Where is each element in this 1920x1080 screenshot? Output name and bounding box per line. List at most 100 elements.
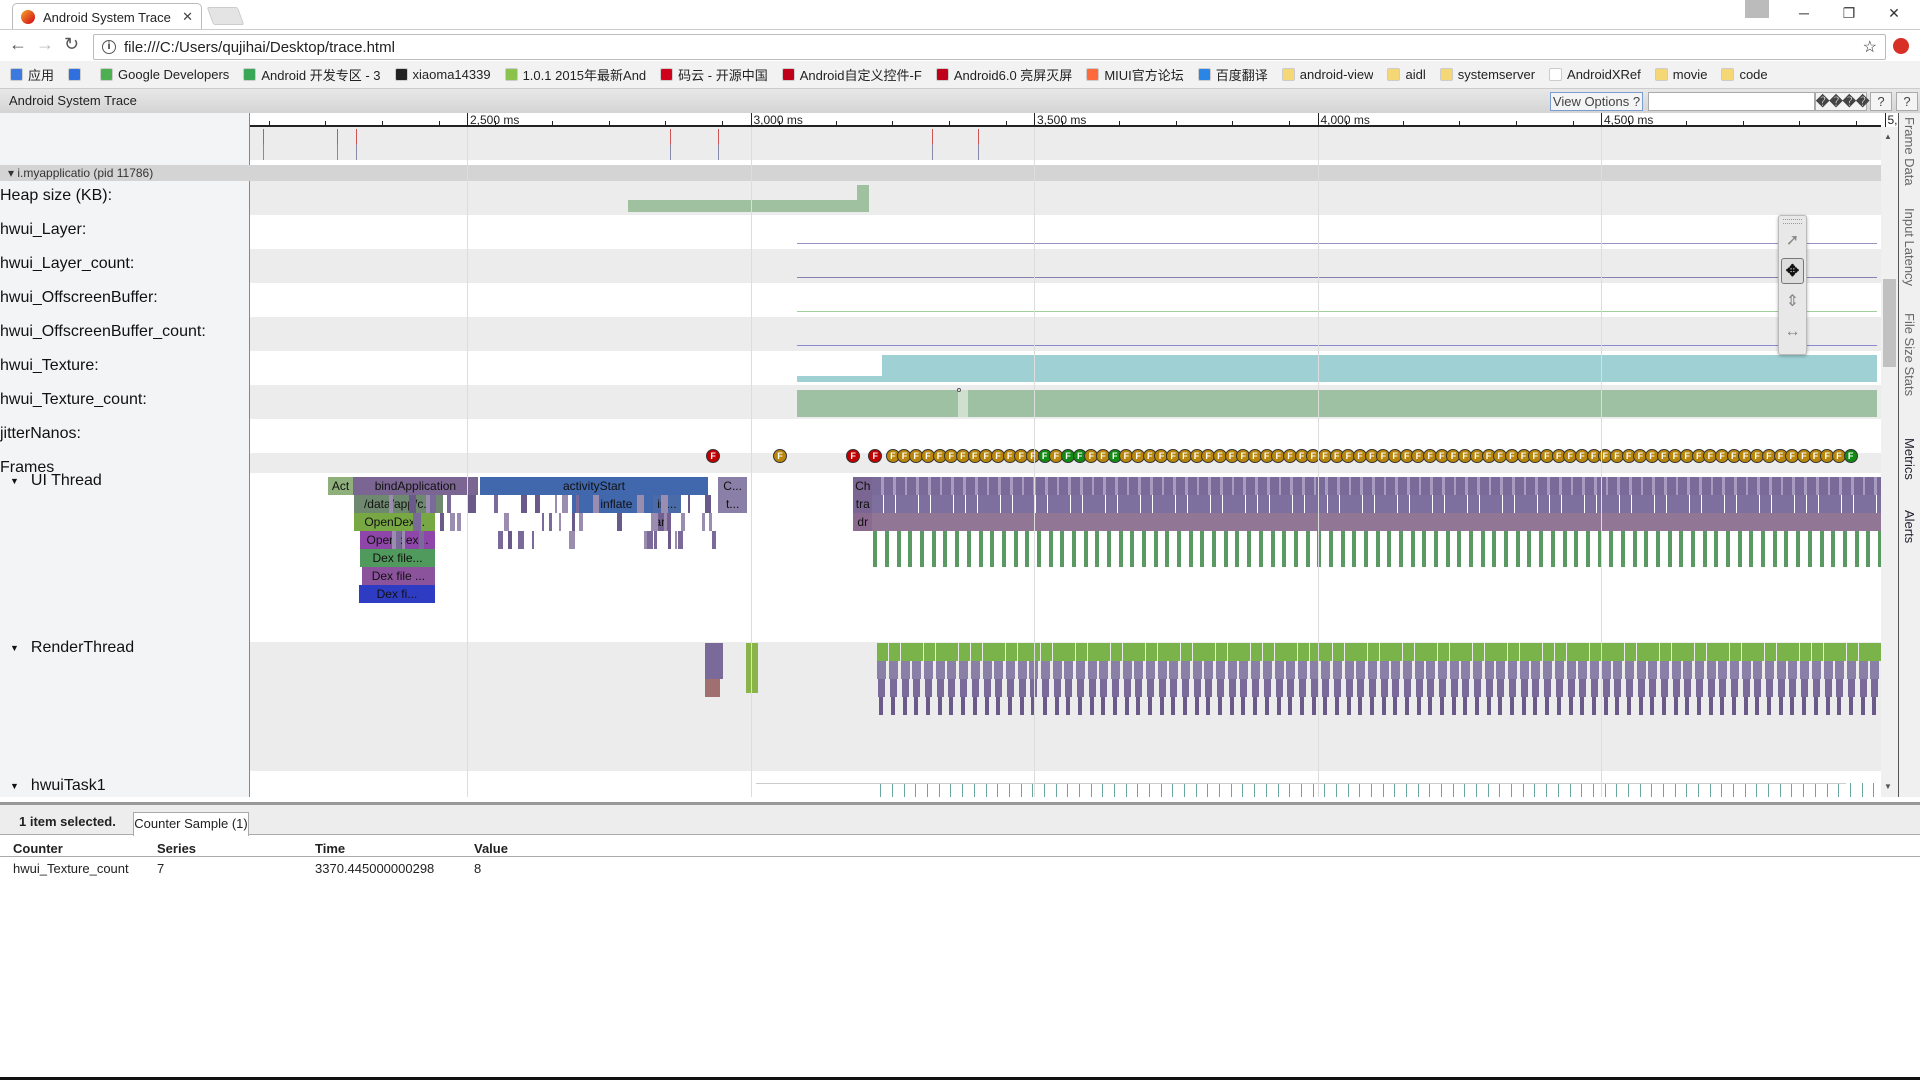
- trace-slice[interactable]: [1013, 531, 1018, 567]
- render-slice[interactable]: [1356, 643, 1368, 661]
- trace-slice[interactable]: [1035, 513, 1048, 531]
- close-tab-icon[interactable]: ✕: [182, 9, 193, 25]
- hwui-task-slice[interactable]: [1382, 783, 1384, 797]
- hwui-task-slice[interactable]: [1662, 783, 1664, 797]
- render-slice[interactable]: [1392, 679, 1400, 697]
- trace-slice[interactable]: [575, 495, 579, 513]
- render-slice[interactable]: [1288, 697, 1293, 715]
- trace-slice[interactable]: [1491, 513, 1504, 531]
- trace-slice[interactable]: [1327, 495, 1339, 513]
- trace-slice[interactable]: [989, 495, 1001, 513]
- render-slice[interactable]: [1753, 661, 1763, 679]
- trace-slice[interactable]: [1760, 477, 1770, 495]
- trace-slice[interactable]: [1806, 477, 1816, 495]
- trace-slice[interactable]: [1608, 513, 1621, 531]
- render-slice[interactable]: [1064, 661, 1074, 679]
- render-slice[interactable]: [1871, 679, 1879, 697]
- trace-slice[interactable]: [1177, 531, 1182, 567]
- trace-slice[interactable]: [977, 495, 989, 513]
- trace-slice[interactable]: [664, 513, 668, 531]
- trace-slice[interactable]: [1479, 513, 1492, 531]
- trace-slice[interactable]: [650, 513, 658, 531]
- hwui-task-slice[interactable]: [1476, 783, 1478, 797]
- trace-slice[interactable]: [711, 531, 717, 549]
- trace-slice[interactable]: [1783, 495, 1795, 513]
- trace-slice[interactable]: [1830, 495, 1842, 513]
- bookmark-item[interactable]: AndroidXRef: [1549, 67, 1641, 82]
- bookmark-item[interactable]: xiaoma14339: [394, 67, 491, 82]
- trace-slice[interactable]: [1830, 513, 1843, 531]
- render-slice[interactable]: [1789, 679, 1797, 697]
- trace-slice[interactable]: [1083, 531, 1088, 567]
- render-slice[interactable]: [1111, 661, 1120, 679]
- trace-slice[interactable]: [1631, 477, 1641, 495]
- bookmark-item[interactable]: aidl: [1387, 67, 1426, 82]
- bookmark-item[interactable]: [68, 68, 86, 81]
- render-slice[interactable]: [1253, 697, 1258, 715]
- render-slice[interactable]: [900, 643, 912, 661]
- render-slice[interactable]: [1544, 679, 1552, 697]
- render-slice[interactable]: [1053, 679, 1061, 697]
- render-slice[interactable]: [1508, 661, 1518, 679]
- trace-slice[interactable]: [1609, 531, 1614, 567]
- trace-slice[interactable]: [1246, 495, 1258, 513]
- hwui-task-slice[interactable]: [1078, 783, 1080, 797]
- trace-slice[interactable]: [1362, 495, 1374, 513]
- trace-slice[interactable]: [1340, 531, 1345, 567]
- trace-slice[interactable]: [1690, 495, 1702, 513]
- render-slice[interactable]: [1367, 661, 1377, 679]
- trace-slice[interactable]: [1596, 495, 1608, 513]
- render-slice[interactable]: [925, 679, 933, 697]
- render-slice[interactable]: [947, 643, 959, 661]
- trace-slice[interactable]: [1117, 477, 1127, 495]
- render-slice[interactable]: [1800, 643, 1812, 661]
- render-slice[interactable]: [1427, 679, 1435, 697]
- trace-slice[interactable]: [1819, 531, 1824, 567]
- trace-slice[interactable]: [1199, 495, 1211, 513]
- trace-slice[interactable]: [572, 513, 575, 531]
- render-slice[interactable]: [1241, 697, 1246, 715]
- trace-slice[interactable]: [1783, 477, 1793, 495]
- trace-slice[interactable]: [1526, 513, 1539, 531]
- render-slice[interactable]: [1064, 643, 1076, 661]
- trace-slice[interactable]: [1433, 495, 1445, 513]
- hwui-task-slice[interactable]: [1090, 783, 1092, 797]
- trace-slice[interactable]: Dex fi...: [358, 585, 436, 603]
- trace-slice[interactable]: [1375, 531, 1380, 567]
- trace-slice[interactable]: [1596, 513, 1609, 531]
- trace-slice[interactable]: [1818, 513, 1831, 531]
- trace-slice[interactable]: [1142, 531, 1147, 567]
- render-slice[interactable]: [1823, 661, 1833, 679]
- render-slice[interactable]: [1345, 679, 1353, 697]
- help-button-2[interactable]: ?: [1896, 92, 1918, 111]
- trace-slice[interactable]: [1691, 531, 1696, 567]
- render-slice[interactable]: [995, 679, 1003, 697]
- render-slice[interactable]: [1509, 679, 1517, 697]
- trace-slice[interactable]: [1737, 531, 1742, 567]
- render-slice[interactable]: [1777, 679, 1785, 697]
- render-slice[interactable]: [1697, 697, 1702, 715]
- render-slice[interactable]: [1439, 679, 1447, 697]
- trace-slice[interactable]: [1281, 513, 1294, 531]
- trace-slice[interactable]: [1562, 531, 1567, 567]
- trace-slice[interactable]: [1631, 513, 1644, 531]
- render-slice[interactable]: [1497, 679, 1505, 697]
- trace-slice[interactable]: [1199, 513, 1212, 531]
- hwui-task-slice[interactable]: [1172, 783, 1174, 797]
- trace-slice[interactable]: [1141, 513, 1154, 531]
- hwui-task-slice[interactable]: [1219, 783, 1221, 797]
- render-slice[interactable]: [959, 643, 971, 661]
- trace-slice[interactable]: [1106, 477, 1115, 495]
- trace-slice[interactable]: [419, 531, 424, 549]
- trace-slice[interactable]: [1106, 495, 1117, 513]
- render-slice[interactable]: [1147, 679, 1155, 697]
- render-slice[interactable]: [1755, 697, 1760, 715]
- expand-triangle-icon[interactable]: ▼: [10, 643, 19, 653]
- trace-slice[interactable]: [895, 513, 908, 531]
- render-slice[interactable]: [1531, 661, 1541, 679]
- hwui-task-slice[interactable]: [1429, 783, 1431, 797]
- trace-slice[interactable]: [1444, 513, 1457, 531]
- trace-slice[interactable]: [1584, 513, 1597, 531]
- expand-triangle-icon[interactable]: ▼: [10, 476, 19, 486]
- render-slice[interactable]: [902, 697, 907, 715]
